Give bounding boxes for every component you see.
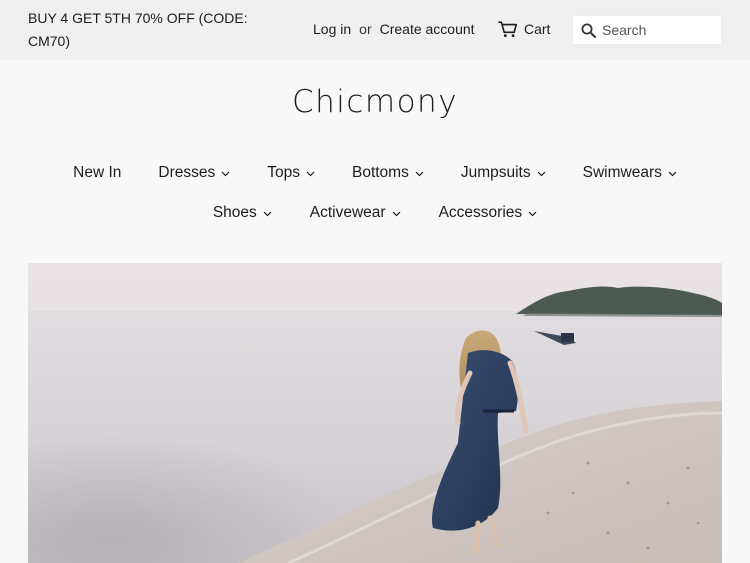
- search-icon[interactable]: [581, 23, 596, 38]
- nav-label: Dresses: [158, 164, 216, 181]
- nav-label: Activewear: [309, 204, 386, 221]
- main-nav-row-2: Shoes Activewear Accessories: [0, 204, 750, 222]
- chevron-down-icon: [668, 171, 677, 176]
- nav-item-activewear[interactable]: Activewear: [310, 204, 401, 222]
- store-logo[interactable]: Chicmony: [0, 84, 750, 120]
- nav-item-accessories[interactable]: Accessories: [439, 204, 538, 222]
- chevron-down-icon: [415, 171, 424, 176]
- chevron-down-icon: [392, 211, 401, 216]
- nav-label: Swimwears: [582, 164, 662, 181]
- nav-item-shoes[interactable]: Shoes: [213, 204, 272, 222]
- nav-item-tops[interactable]: Tops: [267, 164, 315, 182]
- announcement-bar: BUY 4 GET 5TH 70% OFF (CODE: CM70) Log i…: [0, 0, 750, 60]
- chevron-down-icon: [306, 171, 315, 176]
- nav-item-dresses[interactable]: Dresses: [158, 164, 230, 182]
- nav-label: Shoes: [212, 204, 257, 221]
- login-link[interactable]: Log in: [313, 21, 351, 37]
- nav-label: Jumpsuits: [460, 164, 531, 181]
- search-box: [572, 15, 722, 45]
- or-separator: or: [359, 21, 372, 37]
- nav-label: Bottoms: [351, 164, 409, 181]
- nav-item-new-in[interactable]: New In: [73, 164, 121, 182]
- hero-beach-photo: [28, 263, 722, 563]
- nav-label: New In: [73, 164, 122, 181]
- create-account-link[interactable]: Create account: [380, 21, 475, 37]
- promo-text: BUY 4 GET 5TH 70% OFF (CODE: CM70): [28, 10, 248, 49]
- chevron-down-icon: [263, 211, 272, 216]
- account-links: Log in or Create account: [313, 20, 475, 38]
- chevron-down-icon: [528, 211, 537, 216]
- nav-item-jumpsuits[interactable]: Jumpsuits: [461, 164, 546, 182]
- main-nav-row-1: New In Dresses Tops Bottoms Jumpsuits Sw…: [0, 164, 750, 182]
- cart-link[interactable]: Cart: [498, 19, 550, 39]
- search-input[interactable]: [602, 22, 712, 38]
- chevron-down-icon: [537, 171, 546, 176]
- chevron-down-icon: [221, 171, 230, 176]
- cart-icon: [498, 20, 517, 37]
- nav-label: Accessories: [438, 204, 523, 221]
- hero-banner-image[interactable]: [28, 263, 722, 563]
- nav-item-swimwears[interactable]: Swimwears: [583, 164, 677, 182]
- cart-label: Cart: [524, 21, 551, 37]
- nav-item-bottoms[interactable]: Bottoms: [352, 164, 424, 182]
- nav-label: Tops: [267, 164, 300, 181]
